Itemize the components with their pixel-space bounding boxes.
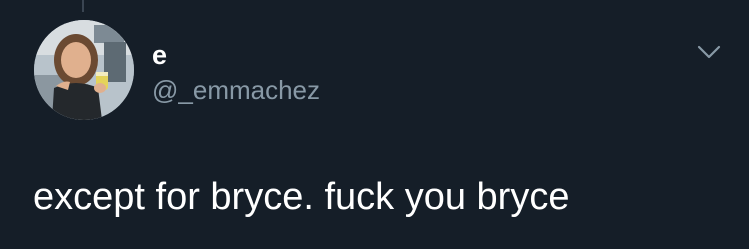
profile-photo [34,20,134,120]
author-handle[interactable]: @_emmachez [152,75,320,105]
avatar[interactable] [34,20,134,120]
chevron-down-icon[interactable] [697,44,721,60]
author-display-name[interactable]: e [152,40,167,70]
thread-connector-line [82,0,84,12]
tweet-text: except for bryce. fuck you bryce [33,176,570,218]
